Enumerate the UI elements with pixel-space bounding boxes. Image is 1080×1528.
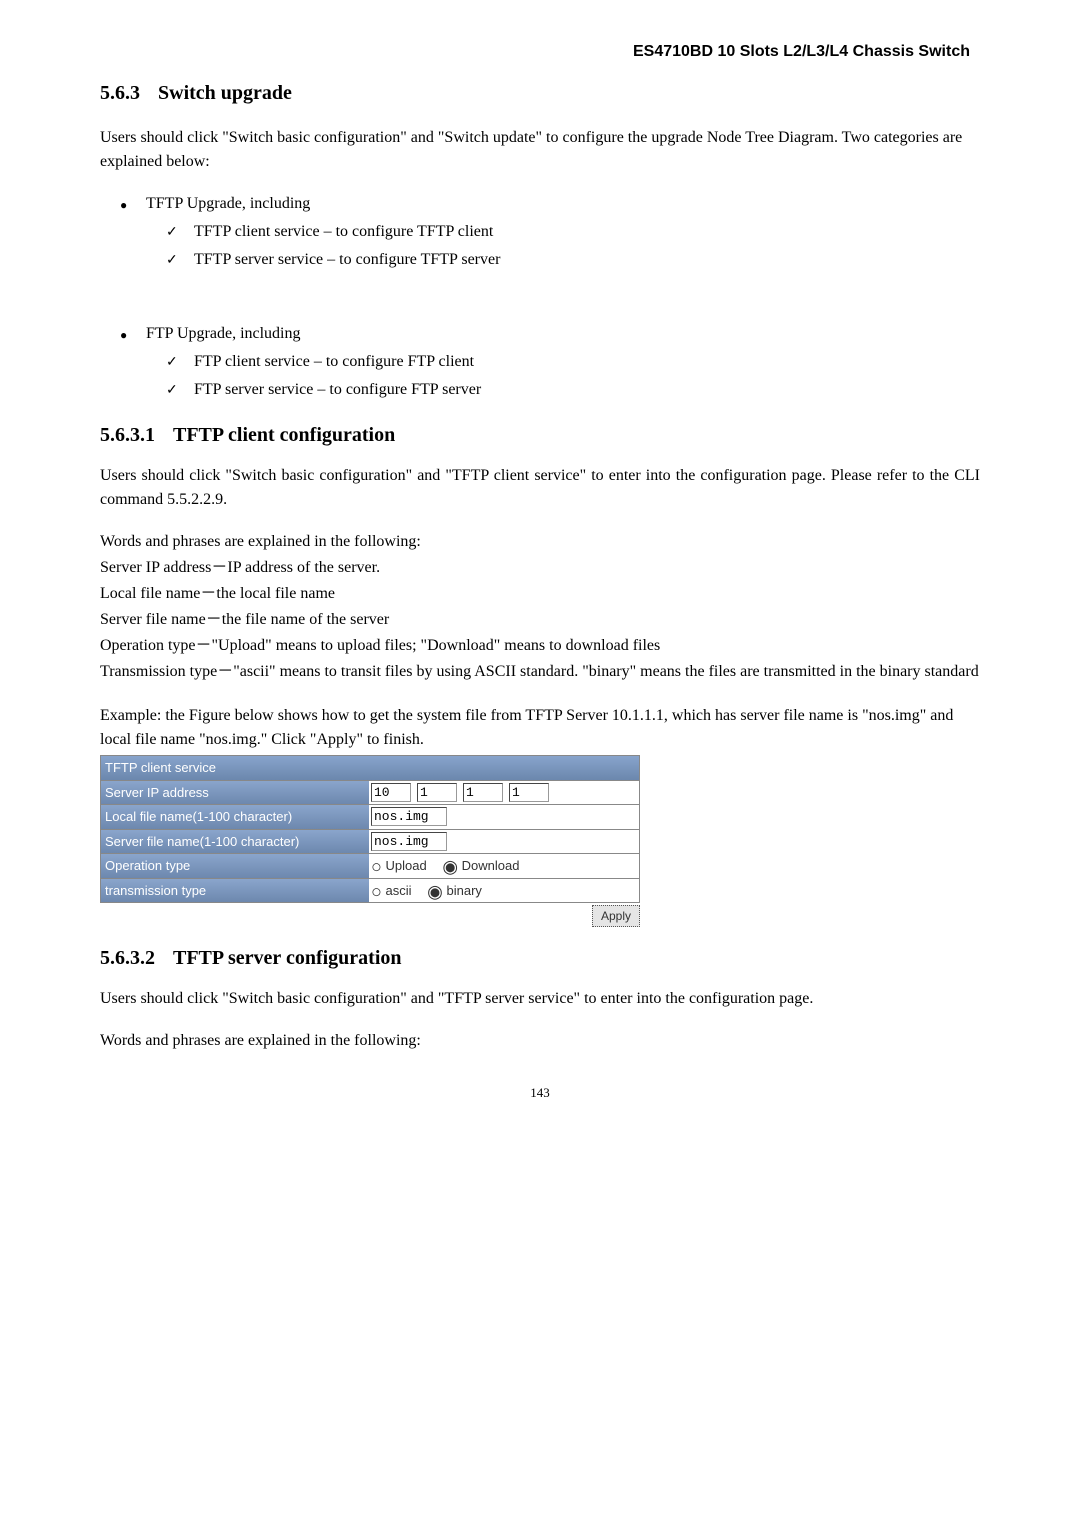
bullet-ftp-upgrade: FTP Upgrade, including FTP client servic… (128, 322, 980, 402)
row-server-ip: Server IP address (100, 781, 640, 806)
heading-563: 5.6.3 Switch upgrade (100, 78, 980, 108)
radio-upload-label: Upload (386, 858, 427, 873)
heading-5632-title: TFTP server configuration (173, 947, 402, 969)
row-local-file: Local file name(1-100 character) (100, 805, 640, 830)
ip-octet-2[interactable] (417, 783, 457, 802)
heading-563-title: Switch upgrade (158, 82, 292, 104)
label-server-ip: Server IP address (101, 781, 369, 805)
tftp-client-form: TFTP client service Server IP address Lo… (100, 755, 640, 927)
tftp-form-title: TFTP client service (100, 755, 640, 781)
heading-5632-num: 5.6.3.2 (100, 947, 155, 969)
section-5631-l5: Operation type－"Upload" means to upload … (100, 634, 980, 658)
heading-5631-num: 5.6.3.1 (100, 424, 155, 446)
row-operation-type: Operation type ○ Upload ◉ Download (100, 854, 640, 879)
radio-ascii[interactable]: ○ ascii (371, 881, 412, 901)
heading-5631-title: TFTP client configuration (173, 424, 395, 446)
input-local-file[interactable] (371, 807, 447, 826)
row-server-file: Server file name(1-100 character) (100, 830, 640, 855)
ip-octet-4[interactable] (509, 783, 549, 802)
label-local-file: Local file name(1-100 character) (101, 805, 369, 829)
radio-binary-label: binary (446, 883, 481, 898)
check-ftp-server: FTP server service – to configure FTP se… (180, 378, 980, 402)
section-5631-l6: Transmission type－"ascii" means to trans… (100, 660, 980, 684)
section-563-intro: Users should click "Switch basic configu… (100, 126, 980, 174)
section-5631-l3: Local file name－the local file name (100, 582, 980, 606)
section-5631-example: Example: the Figure below shows how to g… (100, 704, 980, 752)
check-ftp-client: FTP client service – to configure FTP cl… (180, 350, 980, 374)
apply-button[interactable]: Apply (592, 905, 640, 927)
section-5631-l1: Words and phrases are explained in the f… (100, 530, 980, 554)
document-header: ES4710BD 10 Slots L2/L3/L4 Chassis Switc… (100, 40, 980, 64)
heading-5632: 5.6.3.2 TFTP server configuration (100, 943, 980, 973)
radio-download[interactable]: ◉ Download (442, 856, 519, 876)
label-transmission-type: transmission type (101, 879, 369, 903)
radio-download-label: Download (462, 858, 520, 873)
section-5631-l2: Server IP address－IP address of the serv… (100, 556, 980, 580)
page-number: 143 (100, 1083, 980, 1103)
radio-ascii-label: ascii (386, 883, 412, 898)
heading-563-num: 5.6.3 (100, 82, 140, 104)
radio-upload[interactable]: ○ Upload (371, 856, 427, 876)
heading-5631: 5.6.3.1 TFTP client configuration (100, 420, 980, 450)
apply-row: Apply (100, 903, 640, 927)
check-tftp-server: TFTP server service – to configure TFTP … (180, 248, 980, 272)
input-server-file[interactable] (371, 832, 447, 851)
label-operation-type: Operation type (101, 854, 369, 878)
section-5632-l1: Words and phrases are explained in the f… (100, 1029, 980, 1053)
bullet-tftp-upgrade: TFTP Upgrade, including TFTP client serv… (128, 192, 980, 272)
ip-octet-1[interactable] (371, 783, 411, 802)
section-5632-intro: Users should click "Switch basic configu… (100, 987, 980, 1011)
radio-binary[interactable]: ◉ binary (427, 881, 482, 901)
ip-octet-3[interactable] (463, 783, 503, 802)
section-5631-l4: Server file name－the file name of the se… (100, 608, 980, 632)
label-server-file: Server file name(1-100 character) (101, 830, 369, 854)
bullet-ftp-upgrade-title: FTP Upgrade, including (146, 325, 301, 342)
bullet-tftp-upgrade-title: TFTP Upgrade, including (146, 195, 310, 212)
row-transmission-type: transmission type ○ ascii ◉ binary (100, 879, 640, 904)
check-tftp-client: TFTP client service – to configure TFTP … (180, 220, 980, 244)
section-5631-intro: Users should click "Switch basic configu… (100, 464, 980, 512)
